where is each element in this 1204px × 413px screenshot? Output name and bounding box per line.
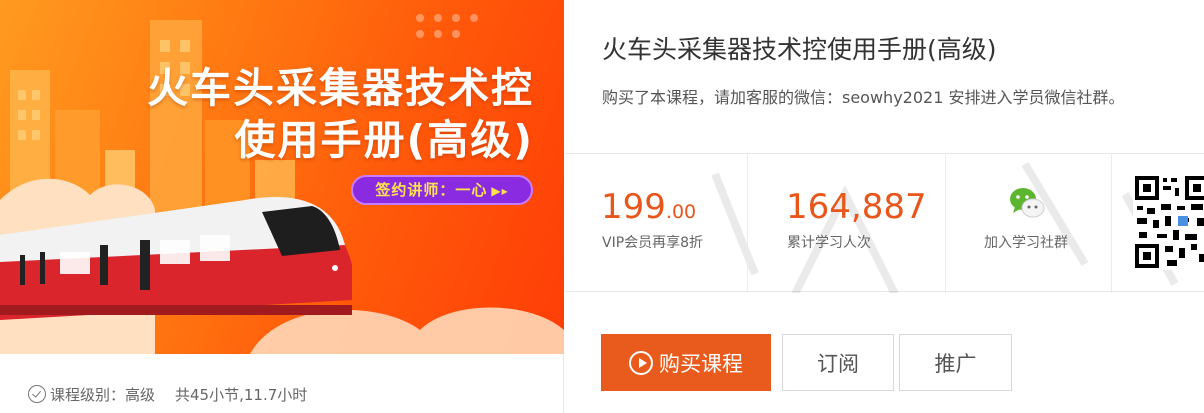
qr-code-icon <box>1133 174 1204 270</box>
price-integer: 199 <box>601 187 666 227</box>
play-arrow-icon: ▶▸ <box>491 184 509 198</box>
instructor-badge: 签约讲师：一心 ▶▸ <box>351 175 533 205</box>
join-community-stat[interactable]: 加入学习社群 <box>946 154 1112 293</box>
learners-count: 164,887 <box>786 187 927 227</box>
instructor-label: 签约讲师：一心 <box>375 181 488 199</box>
course-info-panel: 火车头采集器技术控使用手册(高级) 购买了本课程，请加客服的微信：seowhy2… <box>565 0 1204 413</box>
course-level: 课程级别：高级 <box>50 385 156 404</box>
buy-course-label: 购买课程 <box>659 351 743 376</box>
qr-code-stat <box>1112 154 1204 293</box>
subscribe-button[interactable]: 订阅 <box>782 334 894 391</box>
banner-title-line1: 火车头采集器技术控 <box>147 64 534 112</box>
course-description: 购买了本课程，请加客服的微信：seowhy2021 安排进入学员微信社群。 <box>602 88 1125 107</box>
check-circle-icon <box>28 385 46 403</box>
join-community-label[interactable]: 加入学习社群 <box>984 232 1068 252</box>
course-banner[interactable]: 火车头采集器技术控 使用手册(高级) 签约讲师：一心 ▶▸ <box>0 0 564 354</box>
stats-row: 199.00 VIP会员再享8折 164,887 累计学习人次 加入学习社群 <box>565 153 1204 293</box>
promote-button[interactable]: 推广 <box>899 334 1012 391</box>
buy-course-button[interactable]: 购买课程 <box>601 334 771 391</box>
price-value: 199.00 <box>601 187 696 227</box>
course-meta: 课程级别：高级 共45小节,11.7小时 <box>28 382 307 406</box>
banner-title: 火车头采集器技术控 使用手册(高级) <box>114 62 534 166</box>
learners-label: 累计学习人次 <box>787 235 871 251</box>
course-cover-column: 火车头采集器技术控 使用手册(高级) 签约讲师：一心 ▶▸ 课程级别：高级 共45… <box>0 0 564 413</box>
price-decimal: .00 <box>665 201 697 223</box>
banner-title-line2: 使用手册(高级) <box>234 116 534 164</box>
learners-stat: 164,887 累计学习人次 <box>748 154 946 293</box>
course-sections: 共45小节,11.7小时 <box>175 385 308 404</box>
course-title: 火车头采集器技术控使用手册(高级) <box>602 35 997 64</box>
vip-discount-note: VIP会员再享8折 <box>602 235 704 251</box>
wechat-icon[interactable] <box>1009 186 1045 220</box>
play-icon <box>629 350 653 375</box>
price-stat: 199.00 VIP会员再享8折 <box>565 154 748 293</box>
